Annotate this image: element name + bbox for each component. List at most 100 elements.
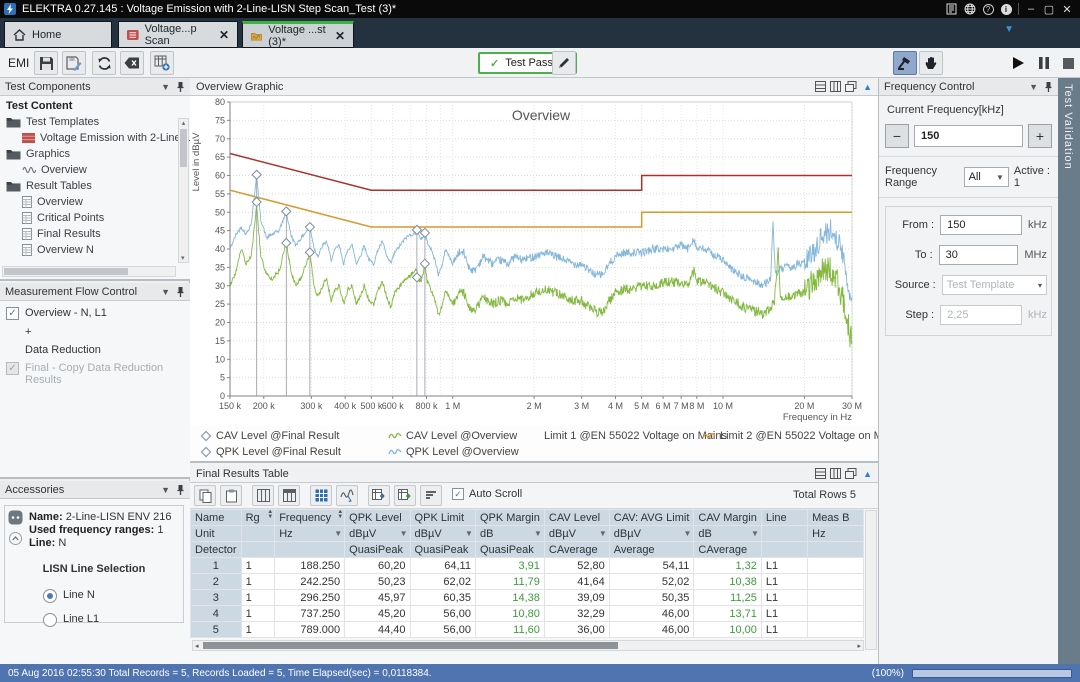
chevron-down-icon[interactable]: ▼ xyxy=(161,485,170,495)
legend-item[interactable]: QPK Level @Overview xyxy=(388,444,540,460)
flow-item-overview[interactable]: ✓ Overview - N, L1 xyxy=(0,301,190,320)
help-icon[interactable]: ? xyxy=(979,2,997,16)
stop-button[interactable] xyxy=(1056,51,1080,75)
tree-item[interactable]: Test Templates xyxy=(0,114,190,130)
tab-scan[interactable]: Voltage...p Scan ✕ xyxy=(118,21,238,48)
tree-item[interactable]: Overview xyxy=(0,194,190,210)
refresh-button[interactable] xyxy=(92,51,116,75)
split-rows-icon[interactable] xyxy=(815,81,826,92)
frequency-range-select[interactable]: All▼ xyxy=(964,167,1009,187)
tree-item[interactable]: Critical Points xyxy=(0,210,190,226)
emi-menu[interactable]: EMI xyxy=(8,56,29,70)
close-button[interactable]: ✕ xyxy=(1058,2,1076,16)
radio-selected-icon[interactable] xyxy=(43,589,57,603)
chevron-down-icon[interactable]: ▼ xyxy=(1029,82,1038,92)
column-header[interactable]: CAV Level xyxy=(544,510,609,526)
float-window-icon[interactable] xyxy=(845,468,857,479)
tree-item[interactable]: Final Results xyxy=(0,226,190,242)
test-validation-tab[interactable]: Test Validation xyxy=(1058,78,1080,664)
split-columns-icon[interactable] xyxy=(830,81,841,92)
overview-chart[interactable]: 05101520253035404550556065707580150 k200… xyxy=(190,96,878,426)
tab-home[interactable]: Home xyxy=(4,21,112,48)
show-columns-button[interactable] xyxy=(252,485,274,506)
radio-line-l1[interactable]: Line L1 xyxy=(5,607,183,627)
save-button[interactable] xyxy=(34,51,58,75)
show-in-graph-button[interactable] xyxy=(336,485,358,506)
legend-item[interactable]: QPK Level @Final Result xyxy=(200,444,388,460)
table-row[interactable]: 51789.00044,4056,0011,6036,0046,0010,00L… xyxy=(191,622,864,638)
tree-vertical-scrollbar[interactable]: ▴▾ xyxy=(178,118,189,263)
tab-overflow-icon[interactable]: ▼ xyxy=(1004,24,1014,35)
pin-icon[interactable] xyxy=(176,81,185,93)
column-header[interactable]: Rg▲▼ xyxy=(241,510,275,526)
unit-cell[interactable]: dBµV▼ xyxy=(544,526,609,542)
pin-icon[interactable] xyxy=(176,484,185,496)
from-input[interactable]: 150 xyxy=(940,215,1022,235)
legend-item[interactable]: CAV Level @Final Result xyxy=(200,428,388,444)
table-vertical-scrollbar[interactable] xyxy=(865,510,877,650)
maximize-button[interactable]: ▢ xyxy=(1040,2,1058,16)
flow-plus[interactable]: + xyxy=(0,320,190,338)
copy-button[interactable] xyxy=(194,485,216,506)
pan-hand-button[interactable] xyxy=(919,51,943,75)
column-header[interactable]: QPK Level xyxy=(345,510,410,526)
column-header[interactable]: QPK Limit xyxy=(410,510,475,526)
chevron-down-icon[interactable]: ▼ xyxy=(161,287,170,297)
pause-button[interactable] xyxy=(1032,51,1056,75)
collapse-panel-icon[interactable]: ▲ xyxy=(863,469,872,479)
unit-cell[interactable]: dB▼ xyxy=(475,526,544,542)
frequency-decrement-button[interactable]: − xyxy=(885,124,909,148)
auto-scroll-toggle[interactable]: ✓ Auto Scroll xyxy=(452,488,522,500)
tree-item[interactable]: Voltage Emission with 2-Line-LISN St xyxy=(0,130,190,146)
chevron-down-icon[interactable]: ▼ xyxy=(161,82,170,92)
tree-item[interactable]: Overview N xyxy=(0,242,190,258)
test-components-header[interactable]: Test Components ▼ xyxy=(0,78,190,96)
unit-cell[interactable]: dBµV▼ xyxy=(345,526,410,542)
tree-item[interactable]: Graphics xyxy=(0,146,190,162)
paste-button[interactable] xyxy=(220,485,242,506)
tab-test-close-icon[interactable]: ✕ xyxy=(335,29,345,43)
column-header[interactable]: CAV: AVG Limit xyxy=(609,510,694,526)
radio-unselected-icon[interactable] xyxy=(43,613,57,627)
float-window-icon[interactable] xyxy=(845,81,857,92)
unit-cell[interactable]: Hz▼ xyxy=(275,526,345,542)
column-header[interactable]: QPK Margin xyxy=(475,510,544,526)
tree-horizontal-scrollbar[interactable] xyxy=(2,266,176,277)
table-row[interactable]: 31296.25045,9760,3514,3839,0950,3511,25L… xyxy=(191,590,864,606)
flow-item-data-reduction[interactable]: Data Reduction xyxy=(0,338,190,356)
unit-cell[interactable]: dBµV▼ xyxy=(410,526,475,542)
marker-probe-button[interactable] xyxy=(893,51,917,75)
measurement-flow-header[interactable]: Measurement Flow Control ▼ xyxy=(0,283,190,301)
tab-scan-close-icon[interactable]: ✕ xyxy=(219,28,229,42)
tree-item[interactable]: Overview xyxy=(0,162,190,178)
tab-test[interactable]: Voltage ...st (3)* ✕ xyxy=(242,21,354,48)
edit-verdict-button[interactable] xyxy=(552,51,576,75)
checkbox-checked[interactable]: ✓ xyxy=(6,307,19,320)
clear-button[interactable] xyxy=(120,51,144,75)
unit-cell[interactable]: dB▼ xyxy=(694,526,761,542)
table-row[interactable]: 41737.25045,2056,0010,8032,2946,0013,71L… xyxy=(191,606,864,622)
globe-icon[interactable] xyxy=(961,2,979,16)
play-button[interactable] xyxy=(1006,51,1030,75)
sort-rows-button[interactable] xyxy=(420,485,442,506)
legend-item[interactable]: Limit 2 @EN 55022 Voltage on Mains xyxy=(702,428,903,444)
table-row[interactable]: 11188.25060,2064,113,9152,8054,111,32L1 xyxy=(191,558,864,574)
current-frequency-input[interactable]: 150 xyxy=(914,125,1023,147)
checkbox-checked[interactable]: ✓ xyxy=(452,488,464,500)
split-rows-icon[interactable] xyxy=(815,468,826,479)
legend-item[interactable]: Limit 1 @EN 55022 Voltage on Mains xyxy=(540,428,702,444)
freeze-columns-button[interactable] xyxy=(278,485,300,506)
column-header[interactable]: Line xyxy=(761,510,807,526)
legend-item[interactable]: CAV Level @Overview xyxy=(388,428,540,444)
table-horizontal-scrollbar[interactable]: ◂ ▸ xyxy=(192,640,864,651)
pin-icon[interactable] xyxy=(176,286,185,298)
split-columns-icon[interactable] xyxy=(830,468,841,479)
unit-cell[interactable]: dBµV▼ xyxy=(609,526,694,542)
radio-line-n[interactable]: Line N xyxy=(5,583,183,603)
minimize-button[interactable]: – xyxy=(1022,2,1040,16)
grid-style-button[interactable] xyxy=(310,485,332,506)
frequency-control-header[interactable]: Frequency Control ▼ xyxy=(879,78,1058,96)
accessories-header[interactable]: Accessories ▼ xyxy=(0,481,190,499)
frequency-increment-button[interactable]: + xyxy=(1028,124,1052,148)
column-header[interactable]: Meas B xyxy=(808,510,864,526)
